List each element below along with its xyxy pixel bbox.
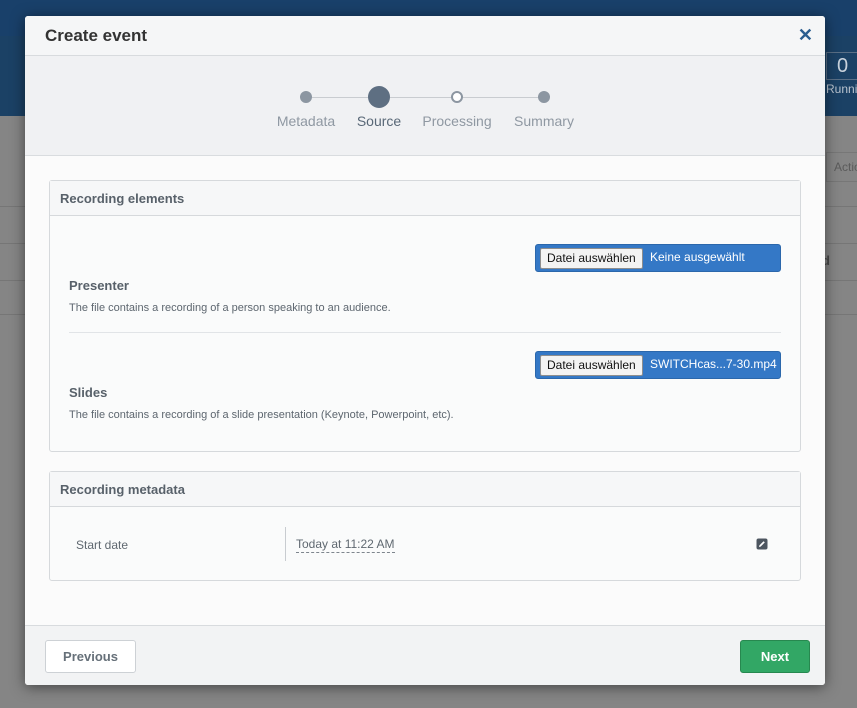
step-label: Metadata (276, 113, 336, 129)
modal-header: Create event ✕ (25, 16, 825, 56)
recording-metadata-panel: Recording metadata Start date Today at 1… (49, 471, 801, 581)
step-label: Processing (422, 113, 492, 129)
field-divider (285, 527, 286, 561)
presenter-file-input[interactable]: Datei auswählen Keine ausgewählt (535, 244, 781, 272)
wizard-step-source[interactable]: Source (355, 56, 403, 155)
running-label: Running (826, 82, 857, 96)
create-event-modal: Create event ✕ Metadata Source Processin… (25, 16, 825, 685)
next-button[interactable]: Next (740, 640, 810, 673)
actions-dropdown: Actions (826, 152, 857, 182)
modal-title: Create event (45, 26, 148, 45)
presenter-row: Datei auswählen Keine ausgewählt Present… (69, 244, 781, 319)
wizard-step-summary[interactable]: Summary (512, 56, 576, 155)
previous-button[interactable]: Previous (45, 640, 136, 673)
start-date-label: Start date (76, 538, 129, 552)
step-dot-icon (451, 91, 463, 103)
step-dot-icon (368, 86, 390, 108)
panel-header: Recording metadata (50, 472, 800, 507)
slides-row: Datei auswählen SWITCHcas...7-30.mp4 Sli… (69, 351, 781, 426)
wizard-step-processing[interactable]: Processing (422, 56, 492, 155)
slides-title: Slides (69, 385, 108, 400)
panel-title: Recording metadata (60, 482, 185, 497)
row-divider (69, 332, 781, 333)
wizard-step-metadata[interactable]: Metadata (275, 56, 337, 155)
step-label: Summary (514, 113, 574, 129)
slides-description: The file contains a recording of a slide… (69, 409, 454, 421)
presenter-title: Presenter (69, 278, 129, 293)
recording-elements-panel: Recording elements Datei auswählen Keine… (49, 180, 801, 452)
start-date-value[interactable]: Today at 11:22 AM (296, 537, 395, 553)
panel-header: Recording elements (50, 181, 800, 216)
step-label: Source (356, 113, 402, 129)
step-dot-icon (538, 91, 550, 103)
slides-file-input[interactable]: Datei auswählen SWITCHcas...7-30.mp4 (535, 351, 781, 379)
close-icon[interactable]: ✕ (798, 25, 813, 45)
modal-footer: Previous Next (25, 625, 825, 685)
wizard-steps: Metadata Source Processing Summary (25, 56, 825, 156)
step-dot-icon (300, 91, 312, 103)
edit-icon[interactable] (756, 538, 768, 550)
choose-file-button[interactable]: Datei auswählen (540, 355, 643, 376)
file-name-text: SWITCHcas...7-30.mp4 (650, 357, 777, 371)
running-count: 0 (826, 52, 857, 80)
choose-file-button[interactable]: Datei auswählen (540, 248, 643, 269)
panel-title: Recording elements (60, 191, 185, 206)
file-name-text: Keine ausgewählt (650, 250, 745, 264)
presenter-description: The file contains a recording of a perso… (69, 302, 391, 314)
